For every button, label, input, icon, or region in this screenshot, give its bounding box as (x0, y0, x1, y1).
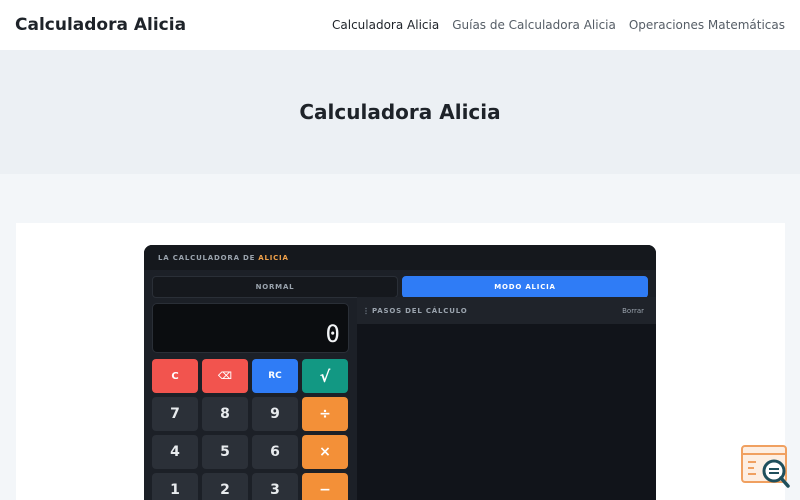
display-value: 0 (325, 320, 340, 348)
main-nav: Calculadora Alicia Guías de Calculadora … (332, 18, 785, 32)
site-title[interactable]: Calculadora Alicia (15, 15, 186, 35)
calculator-display: 0 (152, 303, 349, 353)
calculator-topbar: LA CALCULADORA DE ALICIA (144, 245, 656, 270)
page-title: Calculadora Alicia (299, 100, 501, 124)
subtract-button[interactable]: − (302, 473, 348, 500)
key-2[interactable]: 2 (202, 473, 248, 500)
calculator-brand-prefix: LA CALCULADORA DE (158, 253, 256, 262)
calculator-app: LA CALCULADORA DE ALICIA NORMAL MODO ALI… (144, 245, 656, 500)
nav-link-operaciones[interactable]: Operaciones Matemáticas (629, 18, 785, 32)
key-8[interactable]: 8 (202, 397, 248, 431)
nav-link-guias[interactable]: Guías de Calculadora Alicia (452, 18, 616, 32)
steps-panel: PASOS DEL CÁLCULO Borrar (357, 297, 656, 500)
recall-button[interactable]: RC (252, 359, 298, 393)
key-5[interactable]: 5 (202, 435, 248, 469)
search-widget-icon[interactable] (740, 444, 792, 490)
calculator-brand-name: ALICIA (258, 253, 289, 262)
divide-button[interactable]: ÷ (302, 397, 348, 431)
key-4[interactable]: 4 (152, 435, 198, 469)
mode-alicia-button[interactable]: MODO ALICIA (402, 276, 648, 298)
keypad: C ⌫ RC √ 7 8 9 ÷ 4 5 6 × 1 2 3 − (152, 359, 349, 500)
key-6[interactable]: 6 (252, 435, 298, 469)
steps-title: PASOS DEL CÁLCULO (365, 307, 467, 315)
drag-handle-icon (365, 307, 367, 314)
site-header: Calculadora Alicia Calculadora Alicia Gu… (0, 0, 800, 50)
nav-link-calculadora[interactable]: Calculadora Alicia (332, 18, 439, 32)
mode-normal-button[interactable]: NORMAL (152, 276, 398, 298)
steps-header: PASOS DEL CÁLCULO Borrar (357, 297, 656, 324)
key-7[interactable]: 7 (152, 397, 198, 431)
steps-clear-button[interactable]: Borrar (622, 307, 644, 315)
clear-button[interactable]: C (152, 359, 198, 393)
backspace-button[interactable]: ⌫ (202, 359, 248, 393)
hero-banner: Calculadora Alicia (0, 50, 800, 174)
key-9[interactable]: 9 (252, 397, 298, 431)
key-1[interactable]: 1 (152, 473, 198, 500)
multiply-button[interactable]: × (302, 435, 348, 469)
mode-switch: NORMAL MODO ALICIA (152, 276, 648, 298)
sqrt-button[interactable]: √ (302, 359, 348, 393)
steps-title-label: PASOS DEL CÁLCULO (372, 306, 468, 315)
key-3[interactable]: 3 (252, 473, 298, 500)
